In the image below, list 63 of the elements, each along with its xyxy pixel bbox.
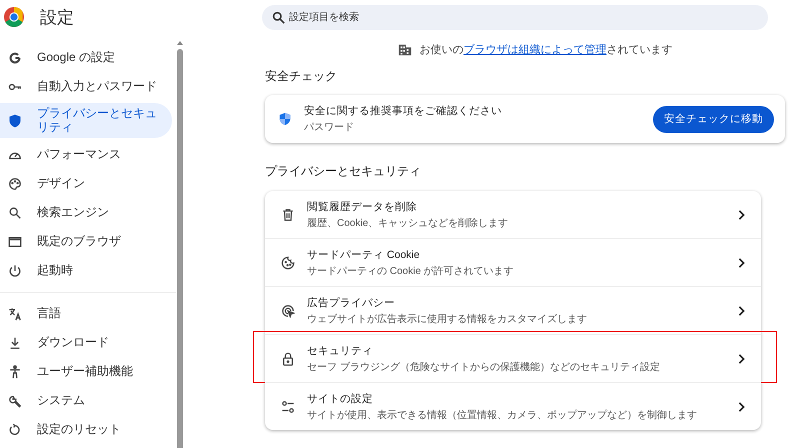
sidebar-item[interactable]: 起動時: [0, 256, 172, 285]
scroll-up-arrow-icon[interactable]: [176, 41, 182, 45]
sidebar-item[interactable]: 既定のブラウザ: [0, 227, 172, 256]
sidebar-item[interactable]: 設定のリセット: [0, 415, 172, 444]
settings-row[interactable]: 広告プライバシー ウェブサイトが広告表示に使用する情報をカスタマイズします: [265, 286, 761, 334]
settings-row[interactable]: セキュリティ セーフ ブラウジング（危険なサイトからの保護機能）などのセキュリティ設定: [265, 334, 761, 382]
sidebar-item[interactable]: ダウンロード: [0, 328, 172, 357]
settings-row[interactable]: サードパーティ Cookie サードパーティの Cookie が許可されています: [265, 238, 761, 286]
lock-icon: [281, 352, 295, 366]
sidebar-item[interactable]: デザイン: [0, 169, 172, 198]
managed-link[interactable]: ブラウザは組織によって管理: [464, 44, 606, 56]
sidebar-item[interactable]: ユーザー補助機能: [0, 357, 172, 386]
row-subtitle: セーフ ブラウジング（危険なサイトからの保護機能）などのセキュリティ設定: [307, 360, 661, 374]
shield-icon: [278, 112, 292, 126]
search-icon: [8, 206, 22, 220]
reset-icon: [8, 422, 22, 436]
sidebar-item[interactable]: 言語: [0, 299, 172, 328]
sidebar-item[interactable]: 検索エンジン: [0, 198, 172, 227]
sidebar-item[interactable]: Google の設定: [0, 43, 172, 72]
translate-icon: [8, 306, 22, 320]
cookie-icon: [281, 256, 295, 270]
section-heading: プライバシーとセキュリティ: [265, 163, 422, 180]
chevron-right-icon: [738, 402, 745, 412]
safety-check-subtitle: パスワード: [304, 121, 355, 134]
row-title: サイトの設定: [307, 392, 374, 406]
row-subtitle: ウェブサイトが広告表示に使用する情報をカスタマイズします: [307, 312, 588, 326]
search-icon: [272, 11, 285, 24]
trash-icon: [281, 208, 295, 222]
building-icon: [398, 42, 412, 56]
window-icon: [8, 234, 22, 248]
chevron-right-icon: [738, 258, 745, 268]
settings-row[interactable]: 閲覧履歴データを削除 履歴、Cookie、キャッシュなどを削除します: [265, 191, 761, 238]
safety-check-title: 安全に関する推奨事項をご確認ください: [304, 104, 503, 118]
search-field[interactable]: 設定項目を検索: [262, 5, 768, 30]
download-icon: [8, 336, 22, 350]
person-icon: [8, 364, 22, 378]
row-title: サードパーティ Cookie: [307, 248, 421, 262]
sidebar-item[interactable]: 自動入力とパスワード: [0, 72, 172, 101]
row-subtitle: 履歴、Cookie、キャッシュなどを削除します: [307, 216, 510, 230]
sidebar-item[interactable]: システム: [0, 386, 172, 415]
chevron-right-icon: [738, 210, 745, 220]
chevron-right-icon: [738, 354, 745, 364]
chrome-logo-icon: [4, 7, 24, 27]
page-title: 設定: [40, 6, 74, 28]
power-icon: [8, 264, 22, 278]
row-subtitle: サードパーティの Cookie が許可されています: [307, 264, 515, 278]
safety-check-button[interactable]: 安全チェックに移動: [653, 106, 774, 132]
section-heading: 安全チェック: [265, 68, 338, 85]
wrench-icon: [8, 394, 22, 408]
row-title: 閲覧履歴データを削除: [307, 200, 418, 214]
sidebar-item[interactable]: パフォーマンス: [0, 140, 172, 169]
managed-notice: お使いのブラウザは組織によって管理されています: [420, 42, 672, 57]
sliders-icon: [281, 400, 295, 414]
scrollbar-thumb[interactable]: [176, 49, 182, 448]
target-icon: [281, 304, 295, 318]
row-subtitle: サイトが使用、表示できる情報（位置情報、カメラ、ポップアップなど）を制御します: [307, 408, 698, 422]
settings-row[interactable]: サイトの設定 サイトが使用、表示できる情報（位置情報、カメラ、ポップアップなど）を制御します: [265, 382, 761, 430]
palette-icon: [8, 176, 22, 190]
row-title: セキュリティ: [307, 344, 374, 358]
shield-icon: [8, 114, 22, 128]
sidebar-item[interactable]: プライバシーとセキュリティ: [0, 103, 172, 138]
chevron-right-icon: [738, 306, 745, 316]
row-title: 広告プライバシー: [307, 296, 396, 310]
